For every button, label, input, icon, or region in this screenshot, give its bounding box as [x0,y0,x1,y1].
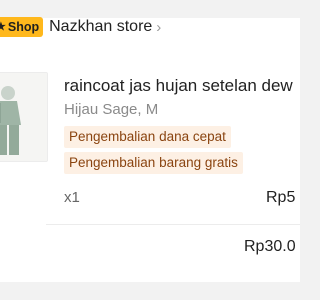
divider [46,224,300,225]
shop-badge-label: Shop [7,20,40,34]
product-thumbnail[interactable] [0,72,48,162]
shop-badge: ★ Shop [0,17,44,37]
product-price: Rp5 [266,189,296,206]
star-icon: ★ [0,21,6,33]
tag-fast-refund: Pengembalian dana cepat [64,126,231,148]
chevron-right-icon[interactable]: › [156,19,161,36]
product-image [0,73,47,161]
product-variant: Hijau Sage, M [64,101,159,118]
product-title[interactable]: raincoat jas hujan setelan dew [64,76,293,96]
product-quantity: x1 [64,189,80,206]
order-total: Rp30.0 [244,238,296,255]
store-header[interactable]: ★ Shop Nazkhan store › [0,16,161,38]
store-name[interactable]: Nazkhan store [49,18,152,36]
tag-free-return: Pengembalian barang gratis [64,152,243,174]
